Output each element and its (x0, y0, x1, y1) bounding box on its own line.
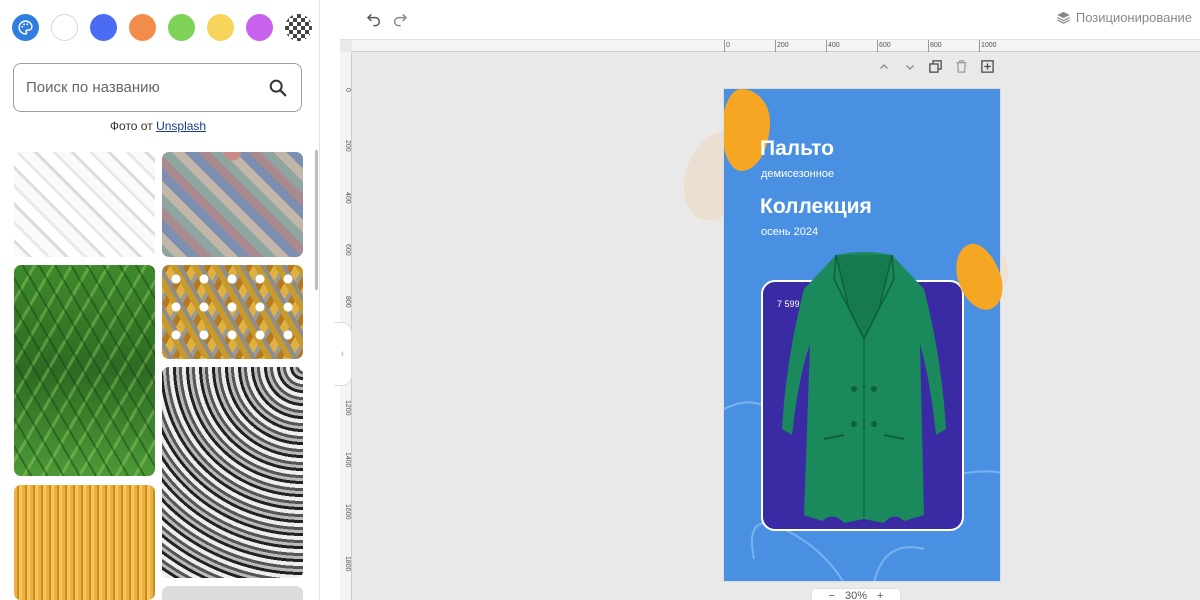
zoom-value: 30% (844, 590, 868, 600)
zoom-out-icon[interactable]: − (829, 590, 835, 600)
ruler-tick (724, 40, 725, 52)
unsplash-link[interactable]: Unsplash (156, 119, 206, 133)
design-collection-subtitle[interactable]: осень 2024 (761, 226, 818, 238)
ruler-label: 1000 (981, 42, 997, 49)
photo-credit: Фото от Unsplash (0, 119, 316, 133)
blue-swatch-button[interactable] (90, 14, 117, 41)
ruler-label: 600 (344, 244, 351, 256)
design-subtitle[interactable]: демисезонное (761, 168, 834, 180)
image-thumb-architecture[interactable] (162, 367, 303, 578)
zoom-control[interactable]: − 30% + (811, 588, 901, 600)
duplicate-icon[interactable] (927, 58, 944, 75)
search-box (13, 63, 302, 112)
ruler-label: 200 (344, 140, 351, 152)
ruler-label: 1800 (344, 556, 351, 572)
color-swatches (12, 14, 312, 44)
chevron-left-icon: ‹ (340, 348, 345, 360)
palette-icon (18, 20, 33, 35)
image-thumb-grey[interactable] (162, 586, 303, 600)
ruler-label: 1200 (344, 400, 351, 416)
credit-prefix: Фото от (109, 119, 157, 133)
ruler-tick (826, 40, 827, 52)
positioning-label: Позиционирование (1075, 10, 1192, 25)
delete-icon[interactable] (953, 58, 970, 75)
undo-icon[interactable] (366, 11, 382, 27)
sidebar-scrollbar[interactable] (315, 150, 318, 290)
add-icon[interactable] (979, 58, 996, 75)
image-thumb-tiles[interactable] (162, 152, 303, 257)
design-collection-title[interactable]: Коллекция (760, 195, 872, 219)
canvas-area[interactable]: 0 200 400 600 800 1000 0 200 400 600 800… (340, 40, 1200, 600)
zoom-in-icon[interactable]: + (877, 590, 883, 600)
image-thumb-white-pattern[interactable] (14, 152, 155, 257)
palette-swatch-button[interactable] (12, 14, 39, 41)
redo-icon[interactable] (392, 11, 408, 27)
background-sidebar: Фото от Unsplash (0, 0, 320, 600)
collapse-sidebar-button[interactable]: ‹ (334, 322, 352, 386)
transparent-swatch-button[interactable] (285, 14, 312, 41)
ruler-label: 1600 (344, 504, 351, 520)
ruler-tick (928, 40, 929, 52)
image-thumb-gold[interactable] (14, 485, 155, 600)
green-swatch-button[interactable] (168, 14, 195, 41)
positioning-button[interactable]: Позиционирование (1056, 10, 1192, 25)
ruler-tick (877, 40, 878, 52)
ruler-tick (775, 40, 776, 52)
ruler-label: 200 (777, 42, 789, 49)
move-up-icon[interactable] (875, 58, 892, 75)
yellow-swatch-button[interactable] (207, 14, 234, 41)
ruler-label: 800 (930, 42, 942, 49)
search-icon[interactable] (267, 77, 289, 99)
white-swatch-button[interactable] (51, 14, 78, 41)
ruler-label: 0 (344, 88, 351, 92)
ruler-tick (979, 40, 980, 52)
ruler-label: 400 (344, 192, 351, 204)
design-title[interactable]: Пальто (760, 137, 834, 161)
ruler-label: 0 (726, 42, 730, 49)
design-artboard[interactable]: Пальто демисезонное Коллекция осень 2024… (723, 88, 1001, 582)
ruler-label: 400 (828, 42, 840, 49)
layers-icon (1056, 11, 1070, 24)
search-input[interactable] (26, 64, 256, 111)
horizontal-ruler: 0 200 400 600 800 1000 (352, 40, 1200, 52)
editor-app: Фото от Unsplash Позиционирование 0 200 … (0, 0, 1200, 600)
element-toolbar (875, 58, 996, 75)
top-toolbar: Позиционирование (340, 0, 1200, 40)
move-down-icon[interactable] (901, 58, 918, 75)
image-thumb-mosaic[interactable] (162, 265, 303, 359)
purple-swatch-button[interactable] (246, 14, 273, 41)
ruler-label: 1400 (344, 452, 351, 468)
ruler-label: 600 (879, 42, 891, 49)
image-thumb-leaves[interactable] (14, 265, 155, 476)
orange-swatch-button[interactable] (129, 14, 156, 41)
ruler-label: 800 (344, 296, 351, 308)
coat-image[interactable] (774, 249, 954, 529)
